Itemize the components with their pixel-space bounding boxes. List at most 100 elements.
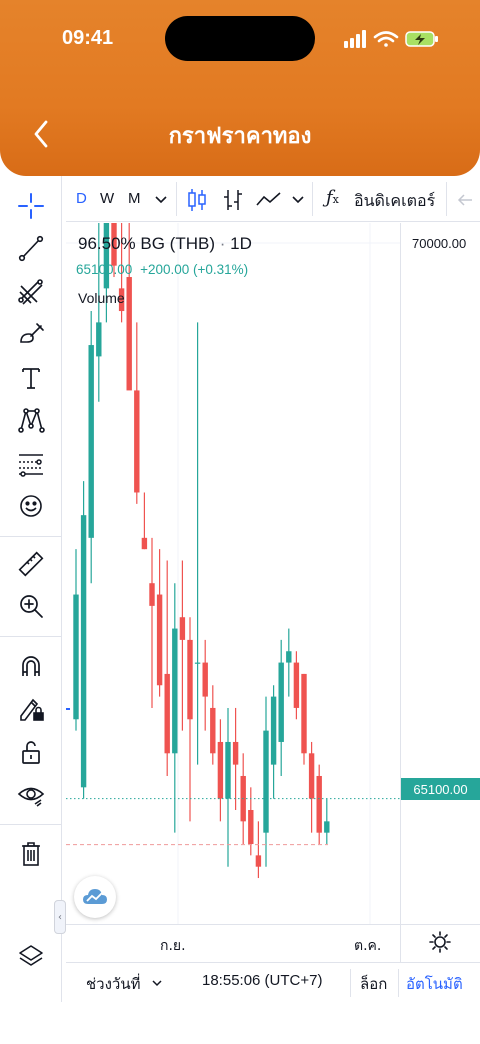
toolbar-divider bbox=[176, 182, 177, 216]
candle-body bbox=[149, 583, 155, 606]
candle-body bbox=[80, 515, 87, 788]
line-chart-icon[interactable] bbox=[256, 190, 282, 210]
candle-body bbox=[194, 662, 201, 664]
pattern-icon[interactable] bbox=[11, 402, 51, 438]
page-title: กราฟราคาทอง bbox=[168, 124, 312, 149]
toolbar-divider bbox=[312, 182, 313, 216]
magnet-icon[interactable] bbox=[11, 648, 51, 684]
legend-price: 65100.00 bbox=[76, 262, 133, 277]
forecast-icon[interactable] bbox=[11, 446, 51, 482]
candle-body bbox=[248, 810, 254, 845]
candle-body bbox=[202, 662, 208, 697]
candle-body bbox=[164, 673, 170, 754]
candle-body bbox=[156, 594, 163, 686]
wifi-icon bbox=[373, 31, 399, 47]
time-label: ก.ย. bbox=[160, 938, 186, 954]
candle-body bbox=[316, 775, 322, 833]
undo-arrow-icon[interactable] bbox=[456, 192, 474, 208]
bottom-bar: ช่วงวันที่ 18:55:06 (UTC+7) ล็อก อัตโนมั… bbox=[66, 962, 480, 1002]
chevron-down-icon bbox=[152, 980, 162, 987]
bars-icon[interactable] bbox=[222, 188, 244, 212]
toolbar-divider bbox=[0, 636, 62, 637]
chevron-down-icon[interactable] bbox=[291, 194, 305, 206]
time-label: ต.ค. bbox=[354, 938, 382, 954]
toolbar-divider bbox=[446, 182, 447, 216]
candle-body bbox=[172, 628, 178, 754]
candle-body bbox=[301, 673, 307, 754]
candle-body bbox=[225, 741, 231, 799]
collapse-toolbar-handle[interactable]: ‹ bbox=[54, 900, 66, 934]
candle-body bbox=[324, 821, 330, 833]
time-axis[interactable]: ก.ย. ต.ค. bbox=[66, 924, 480, 962]
candle-body bbox=[270, 696, 277, 765]
candlestick-chart[interactable] bbox=[66, 223, 480, 925]
candle-body bbox=[286, 651, 292, 663]
app-header: 09:41 กราฟราคาทอง bbox=[0, 0, 480, 176]
symbol-name: 96.50% BG (THB) bbox=[78, 234, 215, 253]
candle-body bbox=[134, 390, 140, 493]
volume-label: Volume bbox=[78, 290, 125, 306]
toolbar-divider bbox=[0, 536, 62, 537]
timeframe-m[interactable]: M bbox=[128, 190, 141, 207]
lock-drawing-icon[interactable] bbox=[11, 690, 51, 726]
candle-body bbox=[232, 741, 239, 765]
cloud-sync-button[interactable] bbox=[74, 876, 116, 918]
last-price-tag: 65100.00 bbox=[401, 778, 480, 800]
crosshair-icon[interactable] bbox=[11, 188, 51, 224]
bottom-divider bbox=[398, 969, 399, 997]
chevron-down-icon[interactable] bbox=[154, 194, 168, 206]
candle-body bbox=[217, 741, 224, 799]
candle-body bbox=[278, 662, 284, 742]
candle-body bbox=[179, 617, 186, 640]
timeframe-d[interactable]: D bbox=[76, 190, 87, 207]
candle-body bbox=[255, 855, 262, 867]
candle-body bbox=[96, 322, 102, 357]
layers-icon[interactable] bbox=[11, 938, 51, 974]
candle-body bbox=[308, 753, 315, 799]
status-icons bbox=[344, 30, 438, 48]
candles-icon[interactable] bbox=[186, 188, 208, 212]
drawing-toolbar bbox=[0, 176, 62, 1002]
text-icon[interactable] bbox=[11, 360, 51, 396]
fib-icon[interactable] bbox=[11, 274, 51, 310]
candle-body bbox=[210, 707, 216, 754]
trash-icon[interactable] bbox=[11, 836, 51, 872]
cloud-icon bbox=[83, 889, 107, 904]
signal-icon bbox=[344, 30, 366, 48]
legend-change: +200.00 (+0.31%) bbox=[140, 262, 249, 277]
log-scale-button[interactable]: ล็อก bbox=[360, 972, 387, 996]
auto-scale-button[interactable]: อัตโนมัติ bbox=[406, 972, 463, 996]
eye-icon[interactable] bbox=[11, 776, 51, 812]
date-range-button[interactable]: ช่วงวันที่ bbox=[86, 972, 163, 996]
ruler-icon[interactable] bbox=[11, 546, 51, 582]
price-scale-border bbox=[400, 223, 401, 963]
date-range-label: ช่วงวันที่ bbox=[86, 975, 141, 993]
candle-body bbox=[103, 223, 110, 289]
indicators-button[interactable]: อินดิเคเตอร์ bbox=[354, 189, 435, 214]
dynamic-island bbox=[165, 16, 315, 61]
clock-timezone[interactable]: 18:55:06 (UTC+7) bbox=[202, 972, 322, 989]
bottom-divider bbox=[350, 969, 351, 997]
trend-line-icon[interactable] bbox=[11, 230, 51, 266]
candle-body bbox=[126, 277, 132, 391]
candle-body bbox=[88, 345, 94, 538]
chart-toolbar: D W M ƒx อินดิเคเตอร์ bbox=[66, 178, 480, 222]
status-time: 09:41 bbox=[62, 27, 114, 49]
toolbar-divider bbox=[0, 824, 62, 825]
price-scale-label: 70000.00 bbox=[412, 236, 467, 251]
symbol-interval: 1D bbox=[230, 234, 252, 253]
emoji-icon[interactable] bbox=[11, 488, 51, 524]
candle-body bbox=[187, 639, 193, 720]
candle-body bbox=[263, 730, 269, 833]
unlock-icon[interactable] bbox=[11, 734, 51, 770]
battery-icon bbox=[405, 31, 438, 47]
legend-symbol: 96.50% BG (THB) · 1D bbox=[78, 234, 252, 253]
timeframe-w[interactable]: W bbox=[100, 190, 114, 207]
zoom-in-icon[interactable] bbox=[11, 588, 51, 624]
brush-icon[interactable] bbox=[11, 316, 51, 352]
function-icon[interactable]: ƒx bbox=[326, 187, 339, 208]
settings-gear-icon[interactable] bbox=[428, 930, 452, 954]
candle-body bbox=[73, 594, 79, 720]
candle-body bbox=[293, 662, 300, 708]
candle-body bbox=[141, 537, 148, 550]
